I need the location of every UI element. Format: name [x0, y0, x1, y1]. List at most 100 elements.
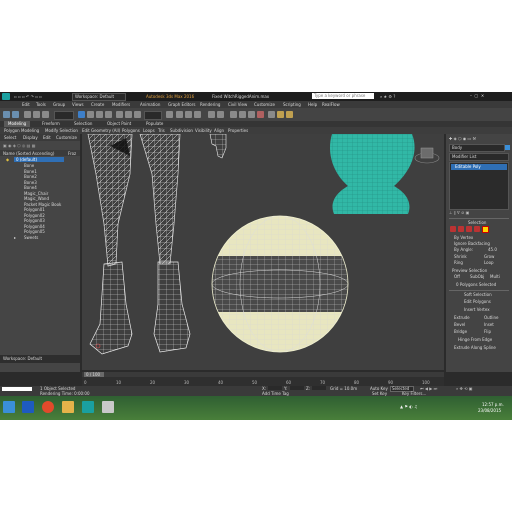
menu-group[interactable]: Group	[53, 102, 65, 107]
loop-button[interactable]: Loop	[484, 260, 494, 265]
explorer-tab-edit[interactable]: Edit	[43, 135, 51, 140]
time-slider-track[interactable]: 0 / 100	[82, 372, 444, 377]
explorer-column-frozen[interactable]: Froz	[68, 151, 76, 156]
rollout-edit-polygons[interactable]: Edit Polygons	[464, 299, 491, 304]
ribbon-tris[interactable]: Tris	[158, 128, 165, 133]
unlink-icon[interactable]	[33, 111, 40, 118]
render-icon[interactable]	[286, 111, 293, 118]
menu-views[interactable]: Views	[72, 102, 84, 107]
preview-multi-radio[interactable]: Multi	[490, 274, 500, 279]
menu-scripting[interactable]: Scripting	[283, 102, 301, 107]
ring-button[interactable]: Ring	[454, 260, 463, 265]
align-icon[interactable]	[217, 111, 224, 118]
ribbon-polygon-modeling[interactable]: Polygon Modeling	[4, 128, 39, 133]
app-logo-icon[interactable]	[2, 93, 10, 100]
tab-selection[interactable]: Selection	[74, 121, 92, 126]
preview-subobj-radio[interactable]: SubObj	[470, 274, 484, 279]
extrude-button[interactable]: Extrude	[454, 315, 470, 320]
app-taskbar-icon[interactable]	[102, 401, 114, 413]
reference-coord-dropdown[interactable]	[144, 111, 162, 120]
list-item-expander[interactable]: ▸	[14, 235, 16, 240]
region-select-icon[interactable]	[96, 111, 103, 118]
ribbon-modify-selection[interactable]: Modify Selection	[45, 128, 78, 133]
chrome-icon[interactable]	[42, 401, 54, 413]
workspace-dropdown[interactable]: Workspace: Default	[72, 93, 126, 101]
command-panel-tabs[interactable]: ✚ ◈ ⬡ ◉ ▭ ⚒	[449, 136, 476, 141]
snaps-icon[interactable]	[176, 111, 183, 118]
menu-create[interactable]: Create	[91, 102, 104, 107]
window-crossing-icon[interactable]	[105, 111, 112, 118]
list-item[interactable]: Sweets	[24, 235, 38, 241]
coord-y-field[interactable]	[290, 386, 304, 390]
tab-object-paint[interactable]: Object Paint	[107, 121, 131, 126]
schematic-view-icon[interactable]	[248, 111, 255, 118]
ribbon-properties[interactable]: Properties	[228, 128, 248, 133]
mirror-icon[interactable]	[208, 111, 215, 118]
ribbon-loops[interactable]: Loops	[143, 128, 155, 133]
menu-rendering[interactable]: Rendering	[200, 102, 220, 107]
redo-icon[interactable]	[12, 111, 19, 118]
menu-tools[interactable]: Tools	[36, 102, 46, 107]
grow-button[interactable]: Grow	[484, 254, 494, 259]
move-icon[interactable]	[116, 111, 123, 118]
modifier-list-dropdown[interactable]: Modifier List	[449, 153, 509, 161]
layer-icon[interactable]	[230, 111, 237, 118]
ignore-backfacing-checkbox[interactable]: Ignore Backfacing	[454, 241, 490, 246]
vertex-icon[interactable]	[450, 226, 456, 232]
material-editor-icon[interactable]	[257, 111, 264, 118]
search-input[interactable]: Type a keyword or phrase	[312, 93, 374, 99]
extrude-along-spline-button[interactable]: Extrude Along Spline	[454, 345, 496, 350]
object-color-swatch[interactable]	[505, 145, 510, 150]
tab-freeform[interactable]: Freeform	[42, 121, 60, 126]
by-angle-checkbox[interactable]: By Angle:	[454, 247, 473, 252]
coord-x-field[interactable]	[268, 386, 282, 390]
tab-populate[interactable]: Populate	[146, 121, 163, 126]
flip-button[interactable]: Flip	[484, 329, 491, 334]
explorer-column-name[interactable]: Name (Sorted Ascending)	[3, 151, 54, 156]
stack-item-editable-poly[interactable]: Editable Poly	[455, 164, 481, 169]
select-by-name-icon[interactable]	[87, 111, 94, 118]
menu-edit[interactable]: Edit	[22, 102, 30, 107]
angle-snap-icon[interactable]	[185, 111, 192, 118]
preview-off-radio[interactable]: Off	[454, 274, 460, 279]
render-setup-icon[interactable]	[268, 111, 275, 118]
ribbon-edit[interactable]: Edit	[82, 128, 90, 133]
hinge-from-edge-button[interactable]: Hinge From Edge	[458, 337, 492, 342]
time-slider[interactable]: 0 / 100 0 10 20 30 40 50 60 70 80 90 100	[82, 372, 444, 386]
timeline-ruler[interactable]: 0 10 20 30 40 50 60 70 80 90 100	[82, 378, 444, 386]
title-icons[interactable]: ⌕ ★ ⚙ ?	[380, 94, 395, 99]
ribbon-visibility[interactable]: Visibility	[195, 128, 212, 133]
outline-button[interactable]: Outline	[484, 315, 498, 320]
inset-button[interactable]: Inset	[484, 322, 494, 327]
quick-access-icons[interactable]: ▫ ▫ ▫ ↶ ↷ ▫ ▫	[14, 94, 42, 99]
viewcube-icon[interactable]	[414, 147, 440, 164]
playback-controls[interactable]: ⏮ ◀ ▶ ⏭	[420, 386, 437, 391]
window-controls[interactable]: – ▢ ✕	[470, 93, 484, 98]
word-icon[interactable]	[22, 401, 34, 413]
polygon-icon[interactable]	[474, 226, 480, 232]
file-explorer-icon[interactable]	[62, 401, 74, 413]
undo-icon[interactable]	[3, 111, 10, 118]
by-vertex-checkbox[interactable]: By Vertex	[454, 235, 473, 240]
rotate-icon[interactable]	[125, 111, 132, 118]
rollout-soft-selection[interactable]: Soft Selection	[464, 292, 492, 297]
render-frame-icon[interactable]	[277, 111, 284, 118]
list-item[interactable]: Polygon05	[24, 229, 45, 235]
scale-icon[interactable]	[134, 111, 141, 118]
tab-modeling[interactable]: Modeling	[8, 121, 26, 126]
menu-graph-editors[interactable]: Graph Editors	[168, 102, 195, 107]
workspace-footer-label[interactable]: Workspace: Default	[3, 356, 42, 361]
selection-filter-dropdown[interactable]	[54, 111, 74, 120]
menu-customize[interactable]: Customize	[254, 102, 275, 107]
bind-spacewarp-icon[interactable]	[42, 111, 49, 118]
menu-help[interactable]: Help	[308, 102, 317, 107]
element-icon[interactable]	[482, 226, 489, 233]
ribbon-geometry[interactable]: Geometry (All)	[91, 128, 120, 133]
pivot-icon[interactable]	[166, 111, 173, 118]
curve-editor-icon[interactable]	[239, 111, 246, 118]
scene-root[interactable]: 0 (default)	[16, 157, 37, 162]
explorer-filter-icons[interactable]: ▣ ◉ ◈ ⬡ ◎ ▤ ▦	[3, 143, 36, 148]
explorer-tab-customize[interactable]: Customize	[56, 135, 77, 140]
explorer-tab-display[interactable]: Display	[23, 135, 38, 140]
edge-icon[interactable]	[458, 226, 464, 232]
